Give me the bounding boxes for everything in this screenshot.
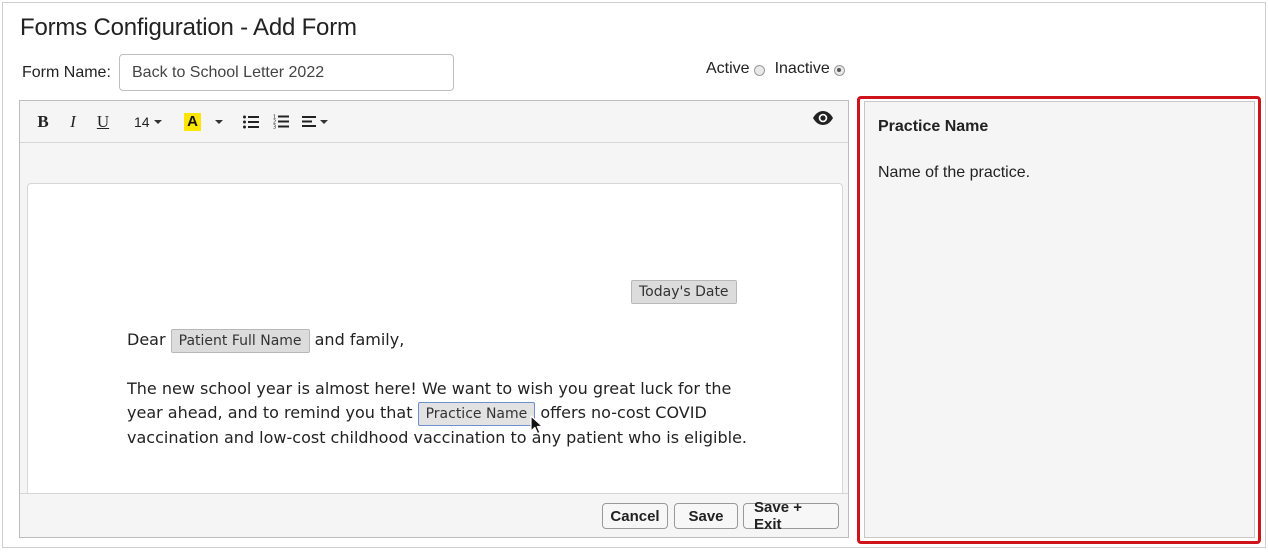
numbered-list-button[interactable]: 1 2 3 (268, 108, 294, 136)
save-exit-button[interactable]: Save + Exit (743, 499, 839, 533)
bold-icon: B (37, 111, 49, 131)
underline-icon: U (96, 111, 110, 131)
font-size-value: 14 (134, 113, 150, 130)
align-icon (301, 116, 316, 127)
mouse-pointer-icon (530, 415, 544, 435)
underline-button[interactable]: U (90, 108, 116, 136)
align-dropdown[interactable] (298, 108, 332, 136)
active-label: Active (706, 60, 750, 77)
bullet-list-button[interactable] (238, 108, 264, 136)
numbered-list-icon: 1 2 3 (273, 115, 289, 130)
field-info-description: Name of the practice. (878, 164, 1031, 181)
greeting-prefix: Dear (127, 330, 166, 349)
inactive-label: Inactive (774, 60, 830, 77)
editor-toolbar: B I U 14 A 1 2 3 (20, 101, 848, 143)
field-info-panel: Practice Name Name of the practice. (864, 101, 1255, 538)
preview-button[interactable] (812, 110, 834, 131)
highlight-color-dropdown[interactable] (210, 108, 224, 136)
font-size-dropdown[interactable]: 14 (130, 108, 166, 136)
form-name-label: Form Name: (22, 64, 111, 81)
practice-name-field[interactable]: Practice Name (417, 402, 536, 426)
editor-footer: Cancel Save Save + Exit (20, 493, 848, 537)
rich-text-editor: B I U 14 A 1 2 3 Today's Date Dear Patie… (19, 100, 849, 538)
page-title: Forms Configuration - Add Form (20, 14, 357, 41)
highlight-callout-frame: Practice Name Name of the practice. (857, 96, 1261, 544)
svg-text:3: 3 (273, 125, 276, 130)
document-scroll-area[interactable]: Today's Date Dear Patient Full Name and … (20, 144, 848, 493)
status-radio-group: Active Inactive (706, 60, 855, 78)
highlight-color-icon: A (184, 112, 201, 131)
patient-full-name-field[interactable]: Patient Full Name (170, 329, 310, 353)
todays-date-field[interactable]: Today's Date (631, 280, 737, 304)
save-button[interactable]: Save (674, 503, 738, 529)
italic-button[interactable]: I (60, 108, 86, 136)
chevron-down-icon (153, 119, 162, 124)
document-page[interactable]: Today's Date Dear Patient Full Name and … (27, 183, 843, 493)
chevron-down-icon (214, 119, 223, 124)
active-radio[interactable] (753, 64, 765, 76)
app-frame: Forms Configuration - Add Form Form Name… (2, 2, 1266, 548)
greeting-line: Dear Patient Full Name and family, (127, 329, 404, 353)
bullet-list-icon (242, 115, 259, 128)
cancel-button[interactable]: Cancel (602, 503, 668, 529)
form-name-input[interactable] (119, 54, 454, 91)
eye-icon (813, 111, 833, 125)
greeting-suffix: and family, (314, 330, 405, 349)
body-paragraph: The new school year is almost here! We w… (127, 377, 767, 450)
inactive-radio[interactable] (833, 64, 845, 76)
bold-button[interactable]: B (30, 108, 56, 136)
chevron-down-icon (319, 119, 328, 124)
italic-icon: I (70, 111, 76, 131)
highlight-color-button[interactable]: A (180, 108, 206, 136)
field-info-title: Practice Name (878, 118, 989, 135)
